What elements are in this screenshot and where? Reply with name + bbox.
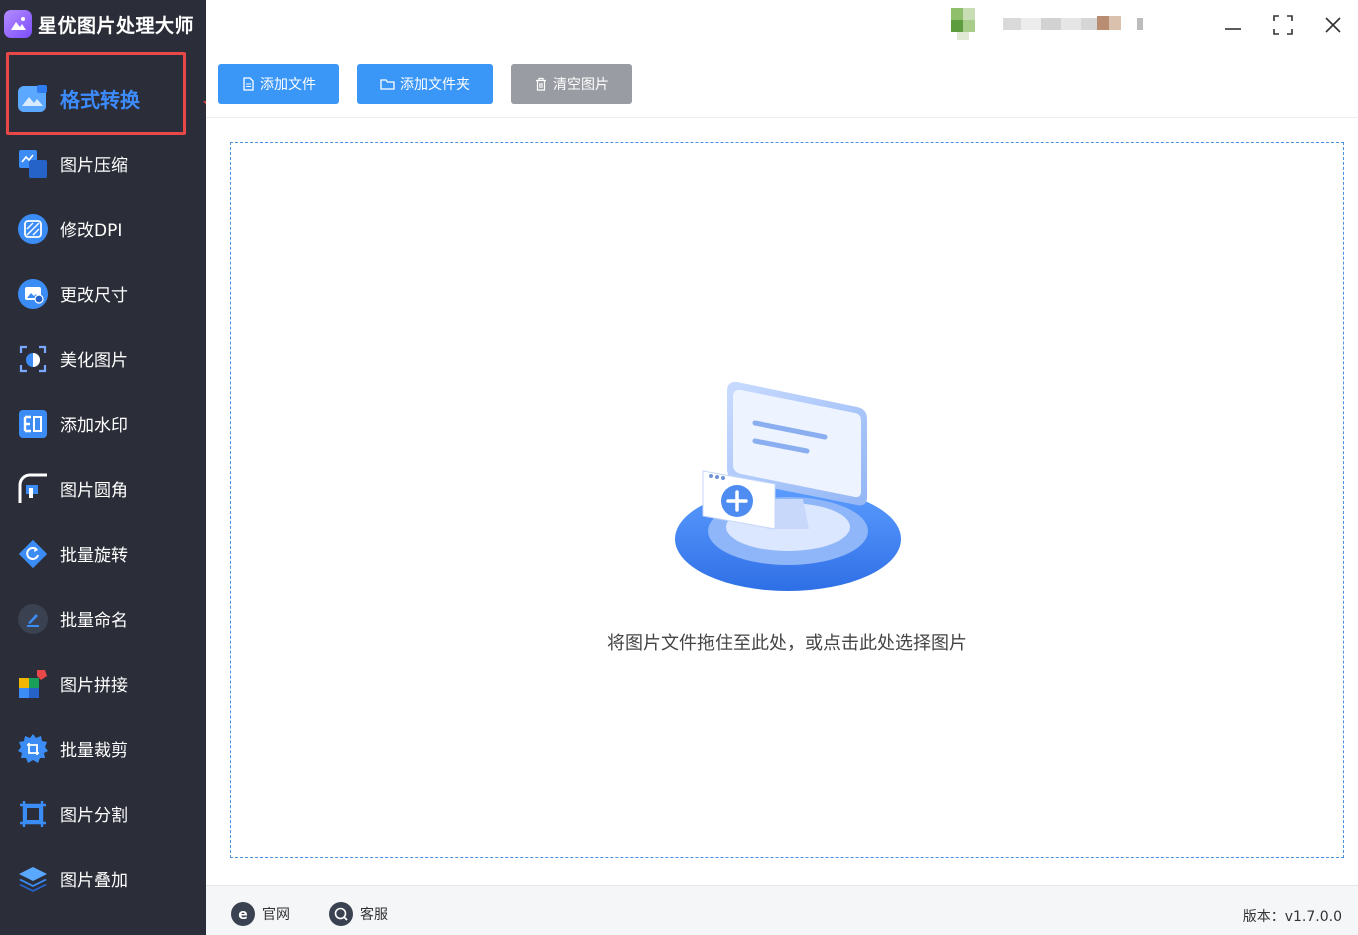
minimize-button[interactable] xyxy=(1218,10,1248,40)
sidebar-item-rounded-corner[interactable]: 图片圆角 xyxy=(0,456,206,521)
format-convert-icon xyxy=(16,82,50,116)
dpi-icon xyxy=(16,212,50,246)
clear-images-button[interactable]: 清空图片 xyxy=(511,64,632,104)
maximize-button[interactable] xyxy=(1268,10,1298,40)
footer: e 官网 客服 版本：v1.7.0.0 xyxy=(206,885,1358,935)
sidebar-item-split[interactable]: 图片分割 xyxy=(0,781,206,846)
sidebar-item-label: 图片圆角 xyxy=(60,481,128,501)
support-link[interactable]: 客服 xyxy=(329,902,388,926)
add-file-label: 添加文件 xyxy=(260,77,316,93)
clear-images-label: 清空图片 xyxy=(553,77,609,93)
sidebar-item-watermark[interactable]: 添加水印 xyxy=(0,391,206,456)
chat-support-icon xyxy=(329,902,353,926)
rename-icon xyxy=(16,602,50,636)
folder-icon xyxy=(380,79,395,90)
main-content: 将图片文件拖住至此处，或点击此处选择图片 xyxy=(206,118,1358,885)
sidebar-item-label: 美化图片 xyxy=(60,351,128,371)
sidebar-item-format-convert[interactable]: 格式转换 xyxy=(0,66,206,131)
sidebar-item-label: 批量裁剪 xyxy=(60,741,128,761)
version-label: 版本：v1.7.0.0 xyxy=(1242,909,1342,925)
sidebar-item-label: 修改DPI xyxy=(60,221,123,241)
file-icon xyxy=(243,77,254,91)
sidebar-item-crop[interactable]: 批量裁剪 xyxy=(0,716,206,781)
close-button[interactable] xyxy=(1318,10,1348,40)
website-link[interactable]: e 官网 xyxy=(231,902,290,926)
file-drop-zone[interactable]: 将图片文件拖住至此处，或点击此处选择图片 xyxy=(230,142,1344,858)
sidebar-nav: 格式转换 图片压缩 修改DPI 更改尺寸 美化图片 添加水印 图片圆角 批量旋转… xyxy=(0,66,206,911)
add-folder-label: 添加文件夹 xyxy=(400,77,470,93)
split-icon xyxy=(16,797,50,831)
compress-icon xyxy=(16,147,50,181)
sidebar-item-label: 图片叠加 xyxy=(60,871,128,891)
support-label: 客服 xyxy=(360,907,388,923)
monitor-upload-icon xyxy=(675,381,901,591)
drop-zone-hint: 将图片文件拖住至此处，或点击此处选择图片 xyxy=(607,633,967,654)
website-label: 官网 xyxy=(262,907,290,923)
rounded-corner-icon xyxy=(16,472,50,506)
add-file-button[interactable]: 添加文件 xyxy=(218,64,339,104)
sidebar-item-rename[interactable]: 批量命名 xyxy=(0,586,206,651)
add-folder-button[interactable]: 添加文件夹 xyxy=(357,64,493,104)
trash-icon xyxy=(536,77,546,91)
title-bar xyxy=(206,0,1358,50)
resize-icon xyxy=(16,277,50,311)
sidebar-item-overlay[interactable]: 图片叠加 xyxy=(0,846,206,911)
watermark-icon xyxy=(16,407,50,441)
stitch-icon xyxy=(16,667,50,701)
app-logo-icon xyxy=(4,10,32,38)
rotate-icon xyxy=(16,537,50,571)
sidebar-item-label: 更改尺寸 xyxy=(60,286,128,306)
sidebar-item-dpi[interactable]: 修改DPI xyxy=(0,196,206,261)
app-title-bar: 星优图片处理大师 xyxy=(0,0,206,48)
sidebar-item-rotate[interactable]: 批量旋转 xyxy=(0,521,206,586)
toolbar: 添加文件 添加文件夹 清空图片 xyxy=(206,50,1358,118)
sidebar-item-stitch[interactable]: 图片拼接 xyxy=(0,651,206,716)
beautify-icon xyxy=(16,342,50,376)
sidebar-item-compress[interactable]: 图片压缩 xyxy=(0,131,206,196)
sidebar-item-label: 添加水印 xyxy=(60,416,128,436)
sidebar-item-label: 格式转换 xyxy=(60,88,140,112)
sidebar-item-resize[interactable]: 更改尺寸 xyxy=(0,261,206,326)
sidebar: 星优图片处理大师 格式转换 图片压缩 修改DPI 更改尺寸 美化图片 添加水印 … xyxy=(0,0,206,935)
app-name: 星优图片处理大师 xyxy=(38,14,195,37)
sidebar-item-label: 图片拼接 xyxy=(60,676,128,696)
sidebar-item-beautify[interactable]: 美化图片 xyxy=(0,326,206,391)
sidebar-item-label: 图片分割 xyxy=(60,806,128,826)
sidebar-item-label: 批量旋转 xyxy=(60,546,128,566)
crop-icon xyxy=(16,732,50,766)
browser-icon: e xyxy=(231,902,255,926)
overlay-icon xyxy=(16,862,50,896)
svg-text:e: e xyxy=(238,907,248,922)
sidebar-item-label: 图片压缩 xyxy=(60,156,128,176)
user-avatar[interactable] xyxy=(951,8,1151,40)
sidebar-item-label: 批量命名 xyxy=(60,611,128,631)
